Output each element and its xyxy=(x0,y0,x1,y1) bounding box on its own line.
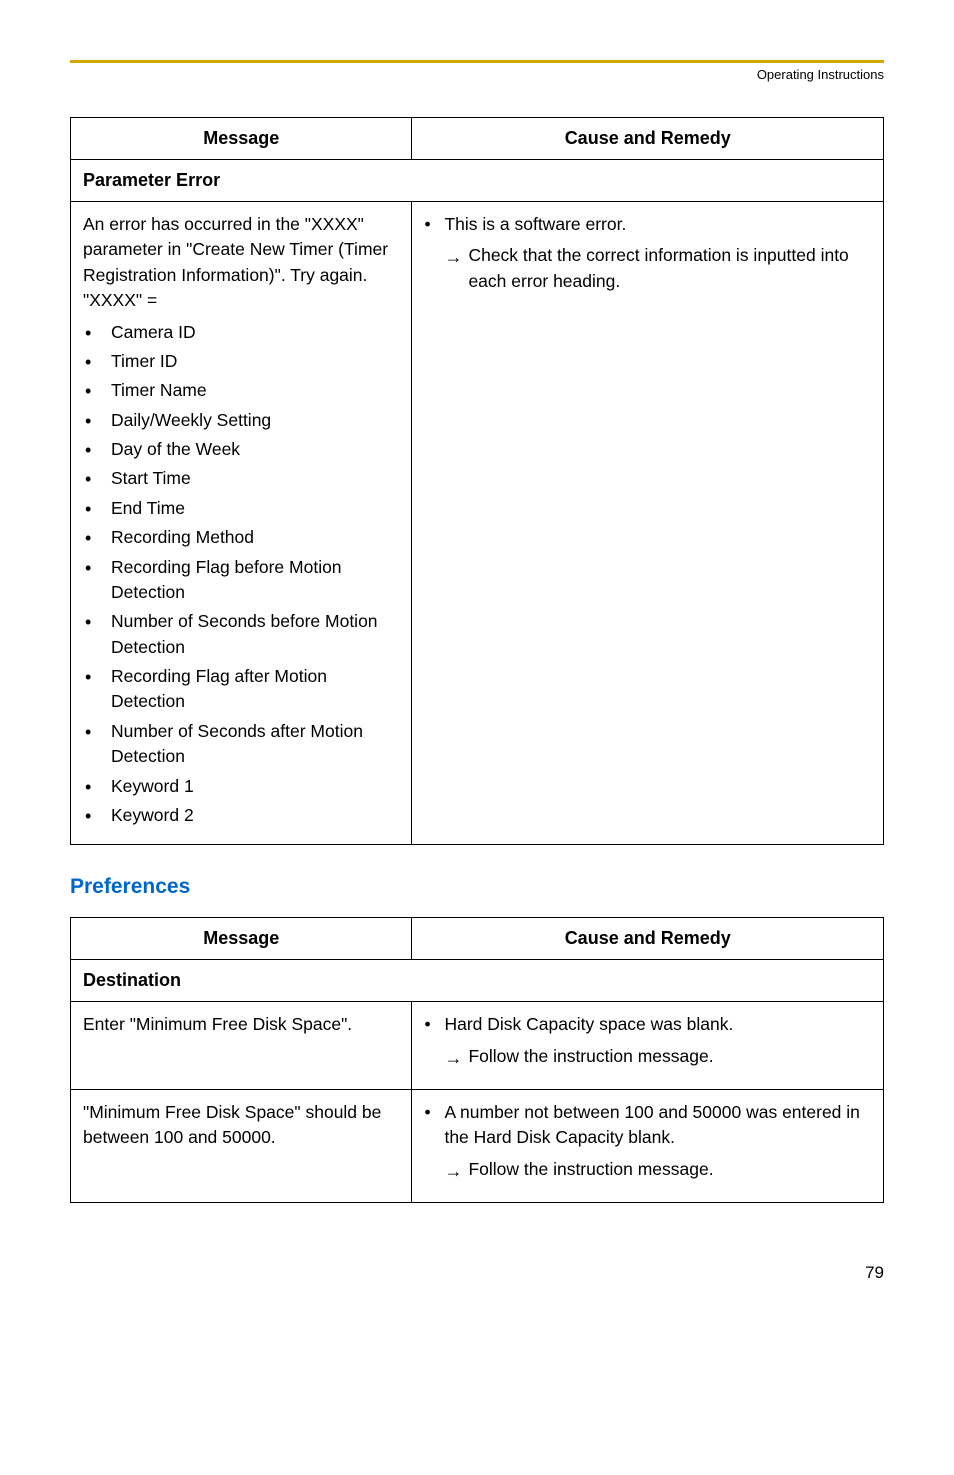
message-cell: Enter "Minimum Free Disk Space". xyxy=(71,1002,412,1090)
header-remedy: Cause and Remedy xyxy=(412,118,884,160)
preferences-title: Preferences xyxy=(70,875,884,899)
header-rule xyxy=(70,60,884,63)
remedy-block: • Hard Disk Capacity space was blank. → … xyxy=(424,1012,871,1069)
message-cell: An error has occurred in the "XXXX" para… xyxy=(71,202,412,845)
table-row: Enter "Minimum Free Disk Space". • Hard … xyxy=(71,1002,884,1090)
list-item: Start Time xyxy=(83,466,399,491)
action-line: → Follow the instruction message. xyxy=(444,1157,871,1182)
parameter-error-table: Message Cause and Remedy Parameter Error… xyxy=(70,117,884,845)
list-item: Timer ID xyxy=(83,349,399,374)
list-item: Recording Method xyxy=(83,525,399,550)
arrow-icon: → xyxy=(444,1158,462,1184)
remedy-cell: • A number not between 100 and 50000 was… xyxy=(412,1090,884,1203)
cause-text: A number not between 100 and 50000 was e… xyxy=(444,1102,859,1147)
content-row: An error has occurred in the "XXXX" para… xyxy=(71,202,884,845)
section-title-cell: Parameter Error xyxy=(71,160,884,202)
list-item: Day of the Week xyxy=(83,437,399,462)
action-text: Follow the instruction message. xyxy=(468,1046,713,1066)
arrow-icon: → xyxy=(444,244,462,270)
list-item: Keyword 2 xyxy=(83,803,399,828)
xxxx-list: Camera ID Timer ID Timer Name Daily/Week… xyxy=(83,320,399,829)
message-intro: An error has occurred in the "XXXX" para… xyxy=(83,212,399,288)
section-row: Destination xyxy=(71,960,884,1002)
page-number: 79 xyxy=(70,1263,884,1283)
section-row: Parameter Error xyxy=(71,160,884,202)
remedy-block: • A number not between 100 and 50000 was… xyxy=(424,1100,871,1182)
action-line: → Check that the correct information is … xyxy=(444,243,871,294)
xxxx-label: "XXXX" = xyxy=(83,288,399,313)
cause-text: Hard Disk Capacity space was blank. xyxy=(444,1014,733,1034)
list-item: Number of Seconds after Motion Detection xyxy=(83,719,399,770)
action-line: → Follow the instruction message. xyxy=(444,1044,871,1069)
action-text: Follow the instruction message. xyxy=(468,1159,713,1179)
remedy-block: • This is a software error. → Check that… xyxy=(424,212,871,294)
list-item: End Time xyxy=(83,496,399,521)
list-item: Recording Flag before Motion Detection xyxy=(83,555,399,606)
list-item: Recording Flag after Motion Detection xyxy=(83,664,399,715)
list-item: Keyword 1 xyxy=(83,774,399,799)
preferences-table: Message Cause and Remedy Destination Ent… xyxy=(70,917,884,1203)
bullet-icon: • xyxy=(424,1100,430,1125)
header-message: Message xyxy=(71,918,412,960)
header-message: Message xyxy=(71,118,412,160)
header-remedy: Cause and Remedy xyxy=(412,918,884,960)
list-item: Camera ID xyxy=(83,320,399,345)
action-text: Check that the correct information is in… xyxy=(468,245,848,290)
message-cell: "Minimum Free Disk Space" should be betw… xyxy=(71,1090,412,1203)
bullet-icon: • xyxy=(424,1012,430,1037)
table-header-row: Message Cause and Remedy xyxy=(71,118,884,160)
header-doc-title: Operating Instructions xyxy=(70,67,884,82)
remedy-cell: • This is a software error. → Check that… xyxy=(412,202,884,845)
list-item: Timer Name xyxy=(83,378,399,403)
table-header-row: Message Cause and Remedy xyxy=(71,918,884,960)
arrow-icon: → xyxy=(444,1045,462,1071)
list-item: Number of Seconds before Motion Detectio… xyxy=(83,609,399,660)
cause-text: This is a software error. xyxy=(444,214,626,234)
section-title-cell: Destination xyxy=(71,960,884,1002)
table-row: "Minimum Free Disk Space" should be betw… xyxy=(71,1090,884,1203)
remedy-cell: • Hard Disk Capacity space was blank. → … xyxy=(412,1002,884,1090)
bullet-icon: • xyxy=(424,212,430,237)
list-item: Daily/Weekly Setting xyxy=(83,408,399,433)
